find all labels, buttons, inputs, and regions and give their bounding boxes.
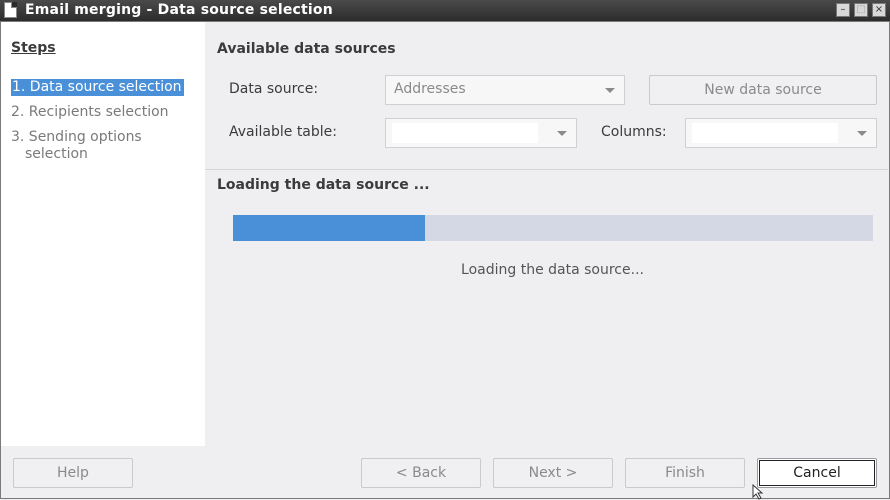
data-source-value: Addresses <box>394 81 466 97</box>
close-icon[interactable]: × <box>872 3 886 17</box>
mouse-pointer-icon <box>752 484 764 500</box>
finish-button[interactable]: Finish <box>625 458 745 488</box>
columns-combo[interactable] <box>685 118 877 148</box>
help-button[interactable]: Help <box>13 458 133 488</box>
step-recipients-selection[interactable]: 2. Recipients selection <box>11 104 169 121</box>
back-button[interactable]: < Back <box>361 458 481 488</box>
maximize-icon[interactable]: □ <box>854 3 868 17</box>
step-sending-options[interactable]: 3. Sending options <box>11 129 142 146</box>
loading-status-text: Loading the data source... <box>461 262 644 278</box>
available-data-sources-heading: Available data sources <box>217 41 396 57</box>
progress-bar <box>233 215 873 241</box>
window-title: Email merging - Data source selection <box>25 2 333 18</box>
next-button[interactable]: Next > <box>493 458 613 488</box>
new-data-source-button[interactable]: New data source <box>649 75 877 105</box>
cancel-button[interactable]: Cancel <box>757 458 877 488</box>
loading-heading: Loading the data source ... <box>217 177 430 193</box>
progress-bar-fill <box>233 215 425 241</box>
chevron-down-icon <box>557 131 567 136</box>
title-bar: Email merging - Data source selection – … <box>0 0 890 21</box>
steps-heading: Steps <box>11 40 56 56</box>
available-table-field <box>392 123 538 143</box>
minimize-icon[interactable]: – <box>836 3 850 17</box>
data-source-combo[interactable]: Addresses <box>385 75 625 105</box>
chevron-down-icon <box>605 88 615 93</box>
steps-panel: Steps 1. Data source selection 2. Recipi… <box>1 22 205 446</box>
columns-label: Columns: <box>601 124 667 140</box>
chevron-down-icon <box>857 131 867 136</box>
available-table-combo[interactable] <box>385 118 577 148</box>
step-sending-options-cont[interactable]: selection <box>25 146 88 163</box>
section-divider <box>205 169 888 170</box>
step-data-source-selection[interactable]: 1. Data source selection <box>11 79 184 96</box>
available-table-label: Available table: <box>229 124 337 140</box>
data-source-label: Data source: <box>229 81 319 97</box>
columns-field <box>692 123 838 143</box>
document-icon <box>4 2 17 18</box>
